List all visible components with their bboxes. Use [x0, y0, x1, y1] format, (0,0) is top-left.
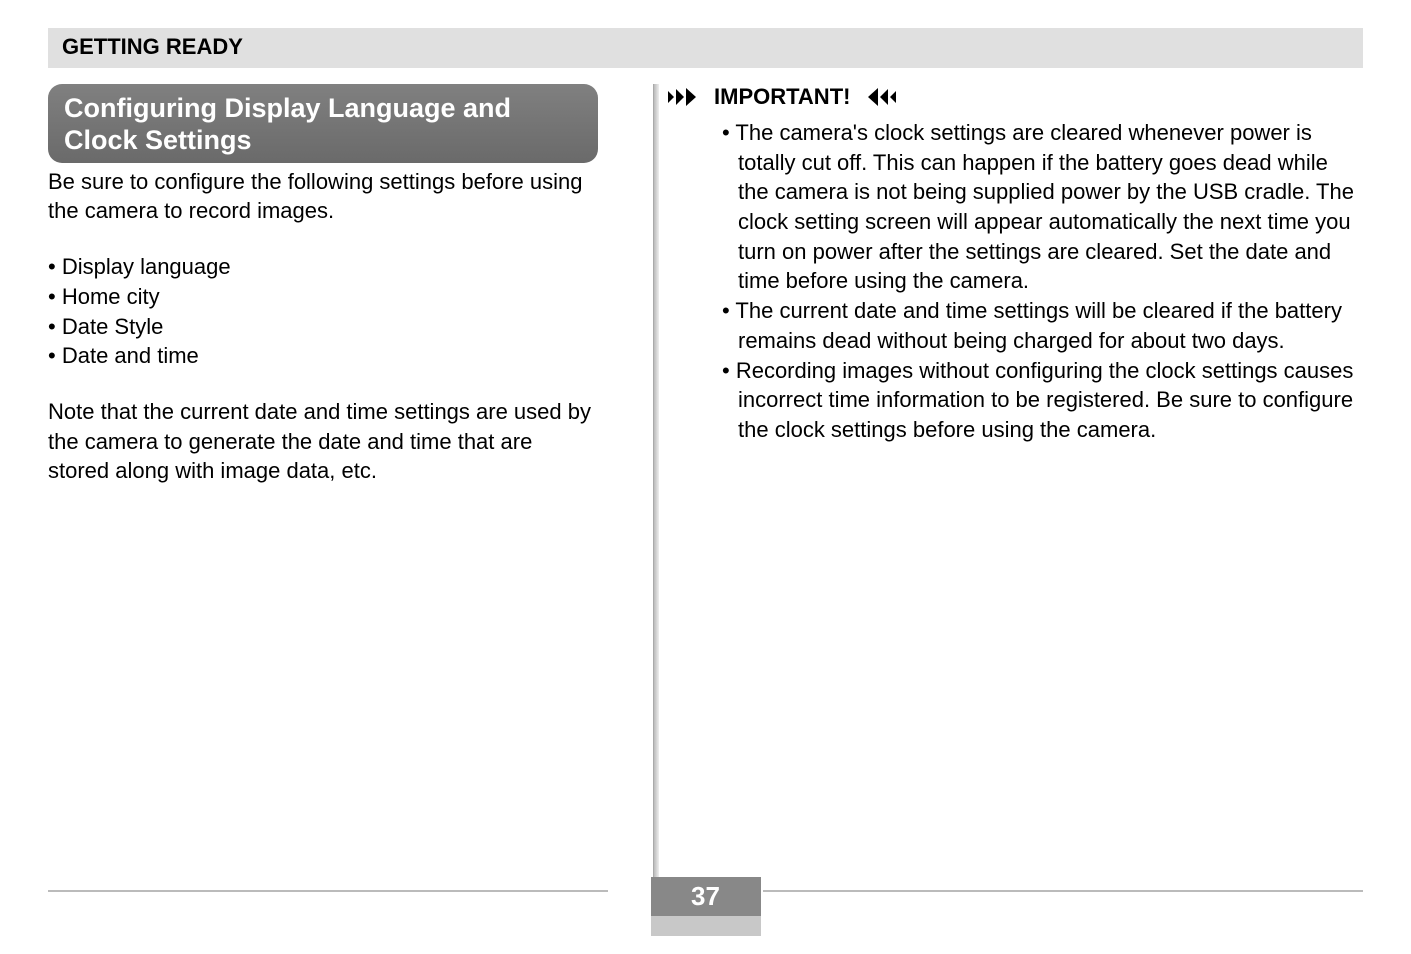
list-item: Display language [48, 252, 598, 282]
settings-list: Display language Home city Date Style Da… [48, 252, 598, 371]
list-item: The current date and time settings will … [722, 296, 1363, 355]
section-title: Configuring Display Language and Clock S… [48, 84, 598, 163]
page-number-shadow [651, 916, 761, 936]
list-item: Home city [48, 282, 598, 312]
intro-text: Be sure to configure the following setti… [48, 167, 598, 226]
page-number: 37 [651, 877, 761, 916]
list-item: Recording images without configuring the… [722, 356, 1363, 445]
column-divider [653, 84, 661, 914]
page-number-container: 37 [0, 877, 1411, 936]
section-header: GETTING READY [48, 28, 1363, 68]
important-header: IMPORTANT! [668, 84, 1363, 110]
important-list: The camera's clock settings are cleared … [668, 118, 1363, 445]
note-text: Note that the current date and time sett… [48, 397, 598, 486]
list-item: Date and time [48, 341, 598, 371]
left-column: Configuring Display Language and Clock S… [48, 84, 628, 486]
important-label: IMPORTANT! [714, 84, 850, 110]
list-item: Date Style [48, 312, 598, 342]
right-column: IMPORTANT! The camera's clock settings a… [628, 84, 1363, 486]
arrow-left-icon [858, 88, 896, 106]
list-item: The camera's clock settings are cleared … [722, 118, 1363, 296]
arrow-right-icon [668, 88, 706, 106]
